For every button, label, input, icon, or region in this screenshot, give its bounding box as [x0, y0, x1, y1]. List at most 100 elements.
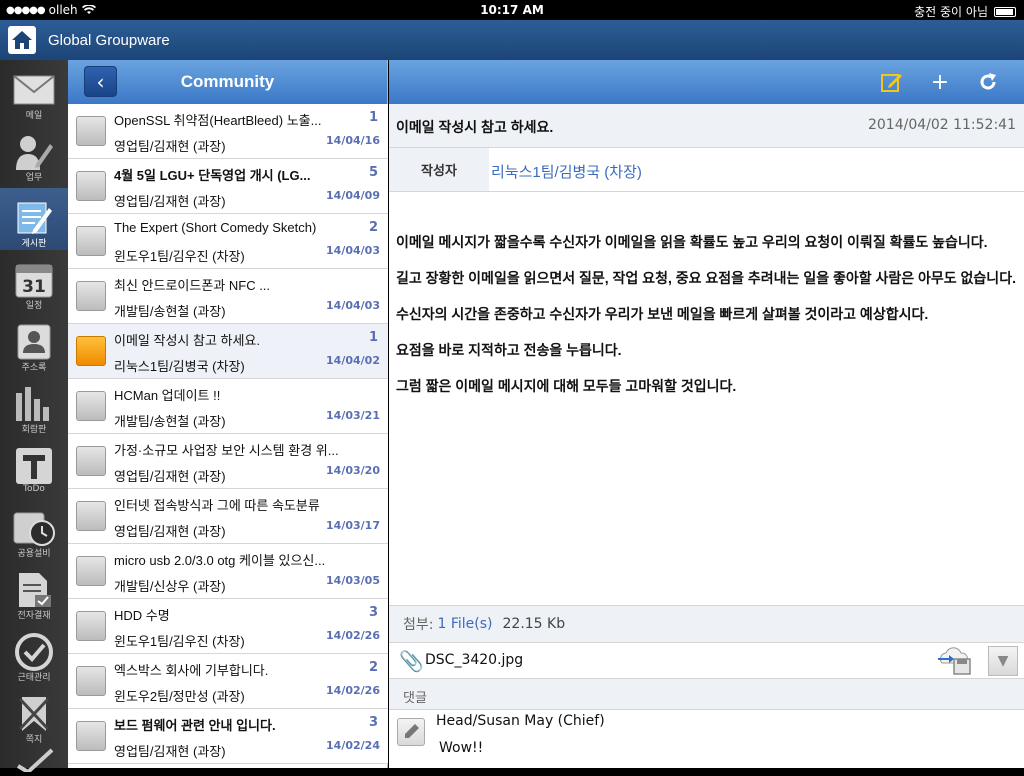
list-item[interactable]: 인터넷 접속방식과 그에 따른 속도분류 영업팀/김재현 (과장) 14/03/17: [68, 489, 388, 544]
refresh-icon: [980, 73, 996, 90]
author-label: 작성자: [389, 148, 489, 191]
sidebar-item-board[interactable]: 게시판: [0, 188, 68, 250]
community-list-panel: ‹ Community OpenSSL 취약점(HeartBleed) 노출..…: [68, 60, 388, 768]
reply-count: 3: [368, 605, 378, 620]
sidebar-item-attendance[interactable]: 근태관리: [0, 622, 68, 684]
post-title: 가정·소규모 사업장 보안 시스템 환경 위...: [114, 443, 339, 458]
sidebar-item-facility[interactable]: 공용설비: [0, 498, 68, 560]
sidebar-item-mail[interactable]: 메일: [0, 60, 68, 122]
list-item[interactable]: The Expert (Short Comedy Sketch) 2 윈도우1팀/김…: [68, 214, 388, 269]
sidebar-item-calendar[interactable]: 31 일정: [0, 250, 68, 312]
post-thumbnail: [76, 281, 106, 311]
post-date: 14/03/05: [326, 574, 380, 587]
sidebar-item-circular[interactable]: 회람판: [0, 374, 68, 436]
approval-icon: [12, 570, 56, 610]
mail-icon: [12, 70, 56, 110]
list-item[interactable]: 보드 펌웨어 관련 안내 입니다. 3 영업팀/김재현 (과장) 14/02/24: [68, 709, 388, 764]
list-item[interactable]: HDD 수명 3 윈도우1팀/김우진 (차장) 14/02/26: [68, 599, 388, 654]
post-thumbnail: [76, 666, 106, 696]
post-author: 개발팀/신상우 (과장): [114, 579, 226, 594]
app-header: Global Groupware: [0, 20, 1024, 60]
chevron-left-icon: ‹: [96, 69, 105, 94]
post-date: 14/03/20: [326, 464, 380, 477]
post-author: 영업팀/김재현 (과장): [114, 469, 226, 484]
facility-icon: [12, 508, 56, 548]
refresh-button[interactable]: [974, 68, 1002, 96]
post-title: 4월 5일 LGU+ 단독영업 개시 (LG...: [114, 168, 311, 183]
post-author: 개발팀/송현철 (과장): [114, 414, 226, 429]
attachment-file-row[interactable]: 📎 DSC_3420.jpg ▼: [389, 642, 1024, 678]
comment-item: Head/Susan May (Chief) Wow!!: [389, 710, 1024, 768]
list-item[interactable]: HCMan 업데이트 !! 개발팀/송현철 (과장) 14/03/21: [68, 379, 388, 434]
comment-author: Head/Susan May (Chief): [436, 713, 605, 729]
post-title: 엑스박스 회사에 기부합니다.: [114, 663, 269, 678]
edit-button[interactable]: [878, 68, 906, 96]
sidebar: 메일 업무 게시판 31 일정 주소록 회람판 ToDo 공용설비 전자결재 근…: [0, 60, 68, 775]
attachment-size: 22.15 Kb: [502, 616, 566, 632]
body-paragraph: 이메일 메시지가 짧을수록 수신자가 이메일을 읽을 확률도 높고 우리의 요청…: [396, 234, 988, 250]
attachment-file-name[interactable]: DSC_3420.jpg: [425, 652, 523, 668]
post-date: 14/03/21: [326, 409, 380, 422]
body-paragraph: 그럼 짧은 이메일 메시지에 대해 모두들 고마워할 것입니다.: [396, 378, 737, 394]
comment-edit-button[interactable]: [397, 718, 425, 746]
post-date: 14/02/26: [326, 629, 380, 642]
post-title: 보드 펌웨어 관련 안내 입니다.: [114, 718, 276, 733]
post-author: 영업팀/김재현 (과장): [114, 139, 226, 154]
attendance-icon: [12, 632, 56, 672]
post-author: 리눅스1팀/김병국 (차장): [114, 359, 245, 374]
sidebar-item-task[interactable]: 업무: [0, 122, 68, 184]
post-author: 영업팀/김재현 (과장): [114, 744, 226, 759]
back-button[interactable]: ‹: [84, 66, 117, 97]
edit-icon: [881, 74, 902, 92]
list-item[interactable]: 이메일 작성시 참고 하세요. 1 리눅스1팀/김병국 (차장) 14/04/02: [68, 324, 388, 379]
calendar-icon: 31: [12, 260, 56, 300]
reply-count: 1: [368, 330, 378, 345]
add-button[interactable]: +: [926, 68, 954, 96]
post-author: 개발팀/송현철 (과장): [114, 304, 226, 319]
list-item[interactable]: 4월 5일 LGU+ 단독영업 개시 (LG... 5 영업팀/김재현 (과장) 14…: [68, 159, 388, 214]
post-title: micro usb 2.0/3.0 otg 케이블 있으신...: [114, 553, 326, 568]
home-button[interactable]: [8, 26, 36, 54]
sidebar-item-approval[interactable]: 전자결재: [0, 560, 68, 622]
reply-count: 1: [368, 110, 378, 125]
post-author: 윈도우1팀/김우진 (차장): [114, 634, 245, 649]
reply-count: 5: [368, 165, 378, 180]
detail-toolbar: +: [389, 60, 1024, 104]
cloud-save-button[interactable]: [936, 647, 976, 675]
post-thumbnail: [76, 556, 106, 586]
list-item[interactable]: OpenSSL 취약점(HeartBleed) 노출... 1 영업팀/김재현 (과…: [68, 104, 388, 159]
post-date: 14/04/09: [326, 189, 380, 202]
list-item[interactable]: micro usb 2.0/3.0 otg 케이블 있으신... 개발팀/신상우 …: [68, 544, 388, 599]
task-icon: [12, 132, 56, 172]
author-link[interactable]: 리눅스1팀/김병국 (차장): [491, 161, 642, 182]
author-row: 작성자 리눅스1팀/김병국 (차장): [389, 148, 1024, 192]
post-author: 영업팀/김재현 (과장): [114, 194, 226, 209]
list-item[interactable]: 가정·소규모 사업장 보안 시스템 환경 위... 영업팀/김재현 (과장) 14/…: [68, 434, 388, 489]
sidebar-item-todo[interactable]: ToDo: [0, 436, 68, 498]
post-title: HCMan 업데이트 !!: [114, 388, 221, 403]
post-thumbnail: [76, 391, 106, 421]
list-item[interactable]: 최신 안드로이드폰과 NFC ... 개발팀/송현철 (과장) 14/04/03: [68, 269, 388, 324]
post-author: 윈도우2팀/정만성 (과장): [114, 689, 245, 704]
reply-count: 2: [368, 660, 378, 675]
post-detail: + 이메일 작성시 참고 하세요. 2014/04/02 11:52:41 작성…: [389, 60, 1024, 768]
sidebar-item-note[interactable]: 쪽지: [0, 684, 68, 746]
note-icon: [12, 694, 56, 734]
calendar-day: 31: [22, 277, 46, 297]
home-icon: [12, 31, 32, 49]
attachment-dropdown-button[interactable]: ▼: [988, 646, 1018, 676]
post-author: 영업팀/김재현 (과장): [114, 524, 226, 539]
post-date: 14/02/24: [326, 739, 380, 752]
post-thumbnail: [76, 501, 106, 531]
attachment-bar: 첨부: 1 File(s) 22.15 Kb: [389, 605, 1024, 642]
post-thumbnail: [76, 721, 106, 751]
post-datetime: 2014/04/02 11:52:41: [867, 117, 1016, 133]
list-item[interactable]: 엑스박스 회사에 기부합니다. 2 윈도우2팀/정만성 (과장) 14/02/26: [68, 654, 388, 709]
attachment-count-link[interactable]: 1 File(s): [437, 616, 492, 632]
paperclip-icon: 📎: [399, 649, 424, 673]
post-date: 14/02/26: [326, 684, 380, 697]
sidebar-item-contacts[interactable]: 주소록: [0, 312, 68, 374]
post-thumbnail: [76, 611, 106, 641]
app-title: Global Groupware: [48, 31, 170, 49]
reply-count: 2: [368, 220, 378, 235]
